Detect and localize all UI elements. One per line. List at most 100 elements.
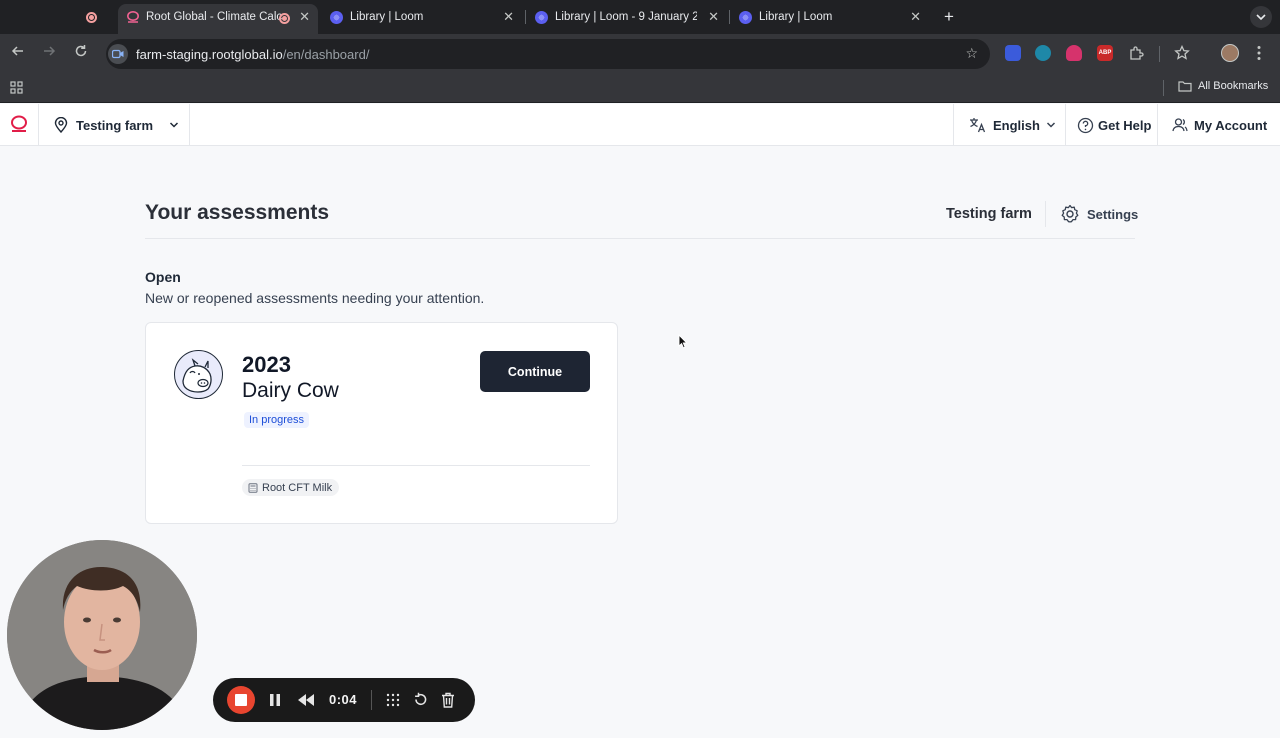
chevron-down-icon — [170, 122, 179, 128]
farm-selector-label: Testing farm — [76, 117, 154, 133]
video-camera-icon — [112, 49, 124, 59]
profile-avatar[interactable] — [1221, 44, 1239, 62]
tab-title: Library | Loom — [350, 11, 424, 23]
stop-recording-button[interactable] — [227, 686, 255, 714]
arrow-left-icon — [11, 46, 23, 56]
trash-icon[interactable] — [441, 692, 455, 708]
app-header: Testing farm English Get Help My Account — [0, 104, 1280, 146]
dairy-cow-icon — [174, 350, 223, 399]
chevron-down-icon — [1046, 122, 1055, 128]
chevron-down-icon — [1256, 14, 1266, 21]
tab-divider — [729, 10, 730, 24]
card-divider — [242, 465, 590, 466]
back-button[interactable] — [8, 44, 28, 62]
extension-notification-icon[interactable] — [1066, 45, 1082, 61]
restart-icon[interactable] — [413, 692, 428, 707]
settings-label: Settings — [1087, 206, 1139, 222]
recording-icon — [86, 11, 97, 23]
reload-icon — [75, 45, 87, 57]
close-tab-icon[interactable]: ✕ — [503, 9, 514, 25]
url-text: farm-staging.rootglobal.io/en/dashboard/ — [136, 47, 369, 62]
language-label: English — [993, 117, 1040, 133]
page-title: Your assessments — [145, 201, 330, 224]
arrow-right-icon — [44, 46, 56, 56]
address-bar[interactable]: farm-staging.rootglobal.io/en/dashboard/… — [106, 39, 990, 69]
settings-link[interactable]: Settings — [1060, 204, 1138, 224]
tab-loom-library-2[interactable]: Library | Loom ✕ — [731, 4, 929, 30]
tab-search-button[interactable] — [1250, 6, 1272, 28]
bookmarks-divider — [1163, 80, 1164, 96]
tab-title: Library | Loom — [759, 11, 833, 23]
all-bookmarks-button[interactable]: All Bookmarks — [1178, 80, 1268, 92]
rewind-icon[interactable] — [297, 693, 315, 707]
bookmarks-bar: All Bookmarks — [0, 74, 1280, 103]
help-circle-icon — [1077, 117, 1094, 133]
section-description: New or reopened assessments needing your… — [145, 290, 485, 306]
close-tab-icon[interactable]: ✕ — [708, 9, 719, 25]
close-tab-icon[interactable]: ✕ — [910, 9, 921, 25]
my-account-button[interactable]: My Account — [1157, 104, 1280, 146]
continue-button[interactable]: Continue — [480, 351, 590, 392]
mouse-cursor-icon — [678, 334, 688, 349]
extensions-puzzle-icon[interactable] — [1128, 45, 1144, 61]
reload-button[interactable] — [71, 44, 91, 62]
reading-list-star-icon[interactable] — [1174, 45, 1190, 61]
drawing-tools-icon[interactable] — [386, 693, 400, 707]
calculator-tag-label: Root CFT Milk — [262, 481, 333, 494]
adblock-plus-icon[interactable]: ABP — [1097, 45, 1113, 61]
extension-ai-icon[interactable] — [1035, 45, 1051, 61]
translate-icon — [970, 118, 986, 133]
user-icon — [1172, 118, 1188, 132]
header-divider — [145, 238, 1135, 239]
loom-icon — [330, 10, 343, 24]
tab-recording[interactable] — [86, 4, 108, 30]
url-path: /en/dashboard/ — [282, 46, 370, 62]
language-selector[interactable]: English — [953, 104, 1066, 146]
map-pin-icon — [54, 117, 68, 133]
tab-root-global[interactable]: Root Global - Climate Calc ✕ — [118, 4, 318, 34]
apps-grid-icon[interactable] — [10, 81, 24, 95]
tab-title: Library | Loom - 9 January 20 — [555, 11, 697, 23]
browser-menu-button[interactable] — [1257, 45, 1263, 61]
assessment-card: 2023 Dairy Cow In progress Continue Root… — [145, 322, 618, 524]
recording-controls: 0:04 — [213, 678, 475, 722]
webcam-bubble[interactable] — [7, 540, 197, 730]
loom-icon — [739, 10, 752, 24]
get-help-button[interactable]: Get Help — [1065, 104, 1158, 146]
presenter-video-icon — [7, 540, 197, 730]
recording-icon — [279, 13, 290, 24]
root-logo-icon[interactable] — [10, 115, 28, 133]
recorder-divider — [371, 690, 372, 710]
pause-icon[interactable] — [269, 693, 281, 707]
calculator-tag: Root CFT Milk — [242, 479, 340, 496]
current-farm-name: Testing farm — [946, 206, 1032, 222]
kebab-menu-icon — [1257, 46, 1261, 60]
tab-loom-library[interactable]: Library | Loom ✕ — [322, 4, 522, 30]
status-badge: In progress — [244, 412, 310, 428]
gear-icon — [1061, 204, 1079, 223]
toolbar-divider — [1159, 46, 1160, 62]
browser-toolbar: farm-staging.rootglobal.io/en/dashboard/… — [0, 34, 1280, 74]
new-tab-button[interactable]: + — [940, 4, 958, 30]
extension-bitwarden-icon[interactable] — [1005, 45, 1021, 61]
browser-tab-bar: Root Global - Climate Calc ✕ Library | L… — [0, 0, 1280, 34]
get-help-label: Get Help — [1098, 117, 1152, 133]
farm-selector[interactable]: Testing farm — [38, 104, 190, 146]
forward-button[interactable] — [39, 44, 59, 62]
site-info-icon[interactable] — [108, 44, 128, 64]
bookmark-star-icon[interactable]: ☆ — [965, 45, 978, 62]
calculator-icon — [248, 482, 258, 493]
tab-title: Root Global - Climate Calc — [146, 11, 282, 23]
all-bookmarks-label: All Bookmarks — [1198, 80, 1269, 92]
root-logo-icon — [127, 11, 139, 23]
section-title-open: Open — [145, 269, 181, 285]
close-tab-icon[interactable]: ✕ — [299, 9, 310, 25]
tab-loom-january[interactable]: Library | Loom - 9 January 20 ✕ — [527, 4, 727, 30]
loom-icon — [535, 10, 548, 24]
my-account-label: My Account — [1194, 117, 1268, 133]
folder-icon — [1178, 81, 1192, 92]
assessment-type: Dairy Cow — [242, 379, 339, 402]
title-divider — [1045, 201, 1046, 227]
url-host: farm-staging.rootglobal.io — [136, 46, 283, 62]
assessment-year: 2023 — [242, 352, 291, 377]
